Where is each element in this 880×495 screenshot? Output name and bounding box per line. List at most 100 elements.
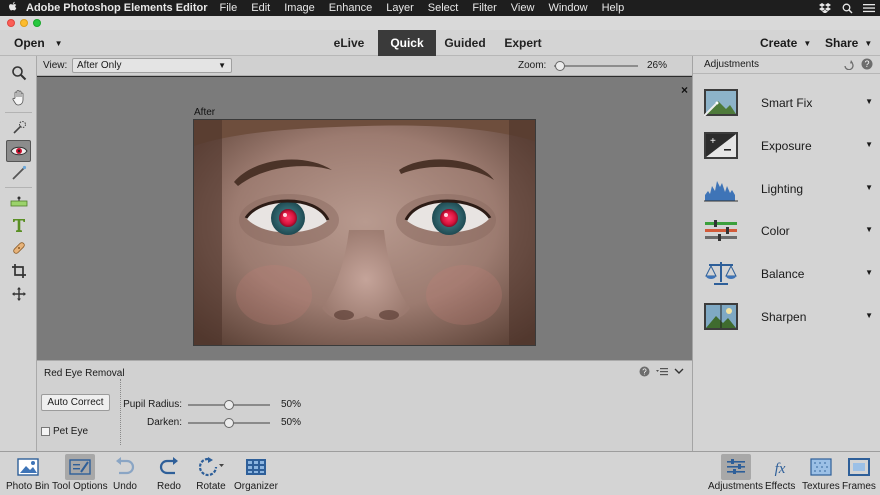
menu-enhance[interactable]: Enhance — [329, 2, 372, 14]
menu-image[interactable]: Image — [284, 2, 315, 14]
close-icon[interactable]: × — [681, 83, 688, 97]
pet-eye-checkbox[interactable] — [41, 427, 50, 436]
pupil-radius-thumb[interactable] — [224, 400, 234, 410]
crop-tool-icon[interactable] — [6, 260, 31, 282]
menu-layer[interactable]: Layer — [386, 2, 414, 14]
darken-label: Darken: — [146, 417, 182, 428]
color-label: Color — [761, 224, 790, 238]
quick-selection-tool-icon[interactable] — [6, 116, 31, 138]
zoom-slider-thumb[interactable] — [555, 61, 565, 71]
tab-guided[interactable]: Guided — [436, 30, 494, 56]
close-window-button[interactable] — [7, 19, 15, 27]
whiten-teeth-tool-icon[interactable] — [6, 162, 31, 184]
smart-fix-icon — [703, 89, 738, 117]
lighting-icon — [704, 175, 738, 202]
app-name[interactable]: Adobe Photoshop Elements Editor — [26, 2, 208, 14]
adjustment-smart-fix[interactable]: Smart Fix ▼ — [693, 84, 880, 124]
tool-options-button[interactable]: Tool Options — [52, 454, 108, 494]
effects-label: Effects — [765, 481, 796, 492]
mode-tabs: eLive Quick Guided Expert — [320, 30, 552, 56]
tool-options-icon — [64, 454, 95, 480]
frames-button[interactable]: Frames — [842, 454, 876, 494]
menu-select[interactable]: Select — [428, 2, 459, 14]
photo-image[interactable] — [193, 119, 536, 346]
menu-view[interactable]: View — [511, 2, 535, 14]
zoom-tool-icon[interactable] — [6, 62, 31, 84]
sharpen-label: Sharpen — [761, 310, 807, 324]
spot-healing-tool-icon[interactable] — [6, 237, 31, 259]
share-label: Share — [825, 36, 859, 50]
menu-file[interactable]: File — [220, 2, 238, 14]
chevron-down-icon: ▼ — [865, 311, 873, 320]
zoom-label: Zoom: — [518, 60, 547, 71]
move-tool-icon[interactable] — [6, 283, 31, 305]
adjustment-exposure[interactable]: + Exposure ▼ — [693, 127, 880, 167]
auto-correct-button[interactable]: Auto Correct — [41, 394, 110, 411]
adjustments-label: Adjustments — [708, 481, 764, 492]
collapse-chevron-icon[interactable] — [674, 366, 684, 380]
mode-bar: Open ▼ eLive Quick Guided Expert Create ▼ … — [0, 30, 880, 56]
adjustments-button[interactable]: Adjustments — [708, 454, 763, 494]
pupil-radius-value: 50% — [281, 399, 302, 410]
darken-value: 50% — [281, 417, 302, 428]
photo-bin-label: Photo Bin — [6, 481, 50, 492]
reset-panel-icon[interactable] — [843, 58, 855, 73]
photo-bin-button[interactable]: Photo Bin — [6, 454, 49, 494]
system-menu-bar: Adobe Photoshop Elements Editor File Edi… — [0, 0, 880, 16]
organizer-button[interactable]: Organizer — [234, 454, 278, 494]
tab-expert[interactable]: Expert — [494, 30, 552, 56]
zoom-slider-track[interactable] — [554, 65, 638, 67]
tab-quick[interactable]: Quick — [378, 30, 436, 56]
toolbox-divider — [5, 187, 32, 188]
chevron-down-icon: ▼ — [864, 39, 873, 49]
tool-options-title: Red Eye Removal — [44, 368, 125, 379]
view-label: View: — [43, 60, 68, 71]
menu-window[interactable]: Window — [548, 2, 587, 14]
adjustments-header: Adjustments ? — [693, 56, 880, 74]
help-icon[interactable]: ? — [639, 366, 650, 380]
chevron-down-icon: ▼ — [54, 39, 63, 49]
menu-edit[interactable]: Edit — [251, 2, 270, 14]
toolbox-divider — [5, 112, 32, 113]
rotate-icon — [196, 454, 226, 480]
adjustment-color[interactable]: Color ▼ — [693, 212, 880, 252]
redo-button[interactable]: Redo — [154, 454, 184, 494]
lighting-label: Lighting — [761, 182, 804, 196]
effects-button[interactable]: fx Effects — [765, 454, 795, 494]
create-button[interactable]: Create ▼ — [760, 36, 811, 50]
apple-icon[interactable] — [0, 1, 26, 15]
menu-help[interactable]: Help — [602, 2, 625, 14]
view-select[interactable]: After Only ▼ — [72, 58, 232, 73]
type-tool-icon[interactable] — [6, 214, 31, 236]
share-button[interactable]: Share ▼ — [825, 36, 872, 50]
darken-thumb[interactable] — [224, 418, 234, 428]
open-label: Open — [14, 36, 45, 50]
open-button[interactable]: Open ▼ — [14, 36, 63, 50]
red-eye-tool-icon[interactable] — [6, 140, 31, 162]
undo-icon — [110, 454, 140, 480]
straighten-tool-icon[interactable] — [6, 191, 31, 213]
minimize-window-button[interactable] — [20, 19, 28, 27]
chevron-down-icon: ▼ — [865, 225, 873, 234]
view-select-value: After Only — [77, 60, 122, 71]
panel-menu-icon[interactable] — [656, 366, 668, 380]
organizer-icon — [241, 454, 271, 480]
hand-tool-icon[interactable] — [6, 86, 31, 108]
adjustment-lighting[interactable]: Lighting ▼ — [693, 170, 880, 210]
tool-options-controls: ? — [639, 366, 684, 380]
list-icon[interactable] — [858, 3, 880, 13]
search-icon[interactable] — [836, 3, 858, 14]
photo-bin-icon — [13, 454, 43, 480]
textures-button[interactable]: Textures — [802, 454, 840, 494]
help-icon[interactable]: ? — [861, 58, 873, 73]
rotate-button[interactable]: Rotate — [196, 454, 226, 494]
dropbox-icon[interactable] — [814, 3, 836, 13]
zoom-value[interactable]: 26% — [647, 60, 667, 71]
adjustment-sharpen[interactable]: Sharpen ▼ — [693, 298, 880, 338]
adjustment-balance[interactable]: Balance ▼ — [693, 255, 880, 295]
undo-button[interactable]: Undo — [110, 454, 140, 494]
bottom-taskbar: Photo Bin Tool Options Undo Redo Rotate … — [0, 451, 880, 495]
tab-elive[interactable]: eLive — [320, 30, 378, 56]
zoom-window-button[interactable] — [33, 19, 41, 27]
menu-filter[interactable]: Filter — [472, 2, 496, 14]
